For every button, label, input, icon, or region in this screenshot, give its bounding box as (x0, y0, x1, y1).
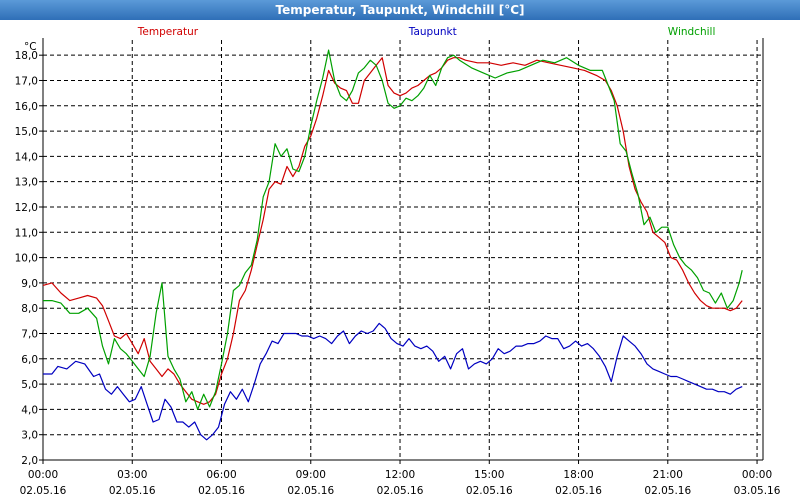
y-tick-label: 15,0 (15, 126, 38, 138)
chart-window-title: Temperatur, Taupunkt, Windchill [°C] (0, 0, 800, 21)
y-tick-label: 6,0 (21, 354, 38, 366)
series-line-temperatur (42, 57, 743, 405)
series-line-taupunkt (43, 322, 743, 441)
series-lines (42, 49, 743, 441)
x-tick-label-time: 18:00 (563, 469, 593, 481)
y-tick-label: 7,0 (21, 328, 38, 340)
x-tick-label-time: 00:00 (28, 469, 58, 481)
y-tick-label: 4,0 (21, 404, 38, 416)
y-axis-unit-label: °C (24, 41, 37, 53)
y-tick-label: 16,0 (15, 101, 38, 113)
x-tick-label-date: 02.05.16 (377, 485, 424, 497)
legend-label-temperatur: Temperatur (137, 26, 199, 38)
legend-label-taupunkt: Taupunkt (408, 26, 457, 38)
y-tick-label: 8,0 (21, 303, 38, 315)
y-tick-label: 5,0 (21, 379, 38, 391)
y-tick-label: 10,0 (15, 253, 38, 265)
x-tick-label-date: 02.05.16 (20, 485, 67, 497)
x-tick-label-date: 02.05.16 (644, 485, 691, 497)
x-tick-label-time: 15:00 (474, 469, 504, 481)
x-tick-label-time: 09:00 (296, 469, 326, 481)
x-tick-label-date: 02.05.16 (287, 485, 334, 497)
x-tick-label-date: 02.05.16 (466, 485, 513, 497)
x-tick-label-time: 00:00 (742, 469, 772, 481)
grid (42, 40, 763, 461)
y-tick-label: 12,0 (15, 202, 38, 214)
y-tick-label: 3,0 (21, 430, 38, 442)
y-tick-label: 9,0 (21, 278, 38, 290)
x-tick-label-date: 02.05.16 (198, 485, 245, 497)
legend-label-windchill: Windchill (668, 26, 716, 38)
x-tick-label-time: 12:00 (385, 469, 415, 481)
x-tick-label-time: 06:00 (206, 469, 236, 481)
x-tick-label-date: 02.05.16 (555, 485, 602, 497)
series-line-windchill (43, 49, 743, 410)
y-tick-label: 14,0 (15, 151, 38, 163)
y-tick-label: 17,0 (15, 75, 38, 87)
chart-area: 2,0 3,0 4,0 5,0 6,0 7,0 8,0 9,0 10,0 11,0 12,0 13,0… (0, 20, 800, 500)
axes (39, 38, 764, 464)
labels: 2,0 3,0 4,0 5,0 6,0 7,0 8,0 9,0 10,0 11,0 12,0 13,0… (15, 26, 781, 497)
y-tick-label: 11,0 (15, 227, 38, 239)
x-tick-label-time: 03:00 (117, 469, 147, 481)
x-tick-label-date: 03.05.16 (734, 485, 781, 497)
y-tick-label: 13,0 (15, 177, 38, 189)
x-tick-label-date: 02.05.16 (109, 485, 156, 497)
line-chart: 2,0 3,0 4,0 5,0 6,0 7,0 8,0 9,0 10,0 11,0 12,0 13,0… (15, 26, 781, 497)
y-tick-label: 2,0 (21, 455, 38, 467)
x-tick-label-time: 21:00 (653, 469, 683, 481)
